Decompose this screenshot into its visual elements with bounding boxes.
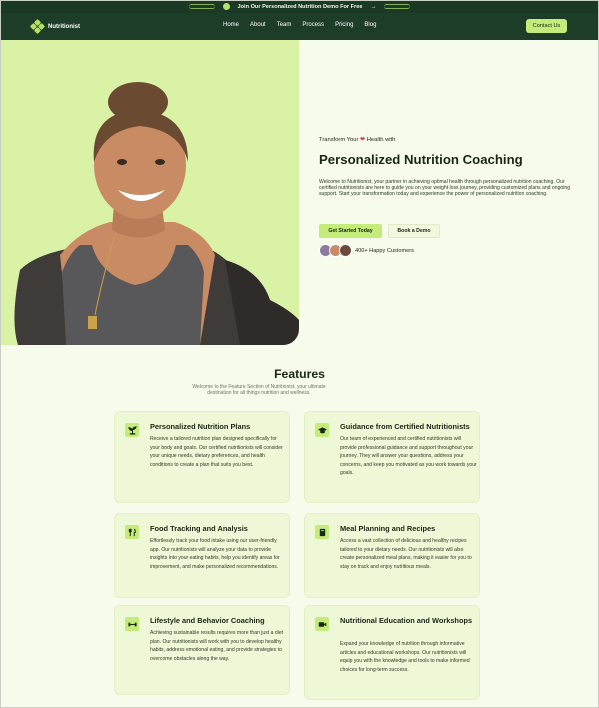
nav-item-team[interactable]: Team [277, 22, 292, 28]
feature-card: Guidance from Certified Nutritionists Ou… [304, 411, 480, 503]
feature-card-title: Food Tracking and Analysis [150, 524, 248, 533]
nav-item-process[interactable]: Process [302, 22, 324, 28]
feature-card: Lifestyle and Behavior Coaching Achievin… [114, 605, 290, 695]
feature-card-title: Personalized Nutrition Plans [150, 422, 251, 431]
hero-portrait-illustration [14, 82, 299, 345]
features-subtitle: Welcome to the Feature Section of Nutrit… [192, 384, 326, 397]
nav-item-home[interactable]: Home [223, 22, 239, 28]
customers-count: 400+ Happy Customers [355, 247, 414, 254]
eyebrow-text-post: Health with [366, 137, 396, 143]
nav-item-about[interactable]: About [250, 22, 266, 28]
heart-icon: ❤ [360, 137, 366, 143]
plant-icon [125, 423, 139, 437]
feature-card-description: Effortlessly track your food intake usin… [150, 538, 280, 570]
announcement-bar[interactable]: Join Our Personalized Nutrition Demo For… [0, 0, 599, 13]
check-badge-icon [222, 3, 230, 10]
arrow-right-icon[interactable]: → [370, 4, 376, 10]
logo-mark-icon [29, 18, 46, 35]
happy-customers: 400+ Happy Customers [319, 244, 414, 257]
dumbbell-icon [125, 617, 139, 631]
avatar [339, 244, 352, 257]
feature-card-title: Meal Planning and Recipes [340, 524, 436, 533]
feature-card-title: Guidance from Certified Nutritionists [340, 422, 470, 431]
feature-card: Food Tracking and Analysis Effortlessly … [114, 513, 290, 598]
features-title: Features [274, 367, 325, 381]
feature-card-description: Our team of experienced and certified nu… [340, 436, 477, 477]
nav-item-blog[interactable]: Blog [364, 22, 376, 28]
nav-menu: Home About Team Process Pricing Blog [223, 22, 376, 28]
hero-title: Personalized Nutrition Coaching [319, 152, 523, 167]
feature-card-description: Receive a tailored nutrition plan design… [150, 436, 283, 468]
recipe-book-icon [315, 525, 329, 539]
brand-logo[interactable]: Nutritionist [29, 18, 80, 35]
feature-card-description: Achieving sustainable results requires m… [150, 630, 284, 662]
feature-card-title: Nutritional Education and Workshops [340, 616, 473, 625]
right-leaf-ornament [384, 4, 411, 9]
feature-card: Meal Planning and Recipes Access a vast … [304, 513, 480, 598]
feature-card: Personalized Nutrition Plans Receive a t… [114, 411, 290, 503]
nav-item-pricing[interactable]: Pricing [335, 22, 353, 28]
announcement-text[interactable]: Join Our Personalized Nutrition Demo For… [238, 4, 363, 10]
feature-card-title: Lifestyle and Behavior Coaching [150, 616, 265, 625]
get-started-button[interactable]: Get Started Today [319, 224, 382, 238]
hero-image [0, 40, 299, 345]
video-icon [315, 617, 329, 631]
contact-us-button[interactable]: Contact Us [526, 19, 567, 33]
eyebrow-text-pre: Transform Your [319, 137, 359, 143]
main-nav: Nutritionist Home About Team Process Pri… [0, 13, 599, 40]
feature-card: Nutritional Education and Workshops Expa… [304, 605, 480, 700]
left-leaf-ornament [188, 4, 215, 9]
hero-cta-row: Get Started Today Book a Demo [319, 224, 440, 238]
fork-knife-icon [125, 525, 139, 539]
graduation-cap-icon [315, 423, 329, 437]
brand-name: Nutritionist [48, 23, 80, 30]
hero-eyebrow: Transform Your ❤ Health with [319, 136, 581, 143]
feature-card-description: Expand your knowledge of nutrition throu… [340, 641, 470, 673]
book-demo-button[interactable]: Book a Demo [388, 224, 440, 238]
feature-card-description: Access a vast collection of delicious an… [340, 538, 472, 570]
hero-description: Welcome to Nutritionist, your partner in… [319, 179, 571, 198]
hero-copy: Transform Your ❤ Health with Personalize… [319, 136, 581, 198]
